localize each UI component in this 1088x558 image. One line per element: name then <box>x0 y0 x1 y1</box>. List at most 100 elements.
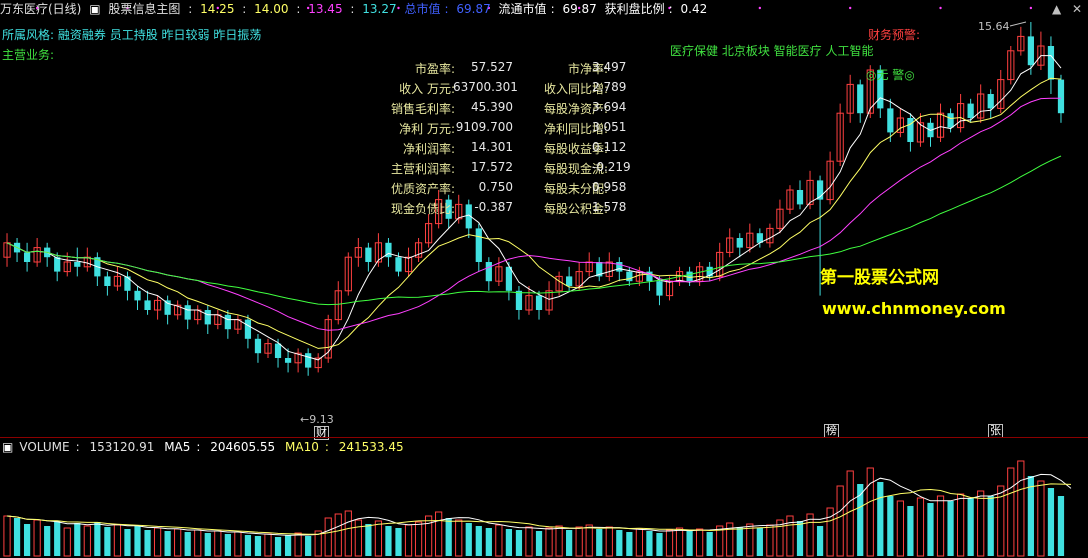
candle-body <box>365 247 372 262</box>
candle-body <box>686 271 693 282</box>
volume-bar <box>435 511 443 557</box>
volume-bar <box>284 535 292 556</box>
candle-body <box>887 108 894 133</box>
low-price-label: ←9.13 <box>300 413 334 426</box>
volume-bar <box>234 531 242 557</box>
candle-body <box>475 228 482 262</box>
volume-bar <box>164 531 171 556</box>
candle-body <box>1047 46 1055 80</box>
volume-bar <box>445 518 452 556</box>
volume-bar <box>626 532 633 556</box>
volume-bar <box>927 503 934 556</box>
volume-bar <box>174 528 182 557</box>
volume-bar <box>124 529 131 556</box>
volume-bar <box>74 523 81 556</box>
indicator-name[interactable]: 股票信息主图 <box>108 2 180 16</box>
volume-bar <box>896 500 904 557</box>
volume-bar <box>967 498 974 556</box>
volume-bar <box>83 525 91 557</box>
volume-bar <box>866 467 874 557</box>
volume-bar <box>816 526 824 556</box>
volume-bar <box>144 530 151 556</box>
close-icon[interactable]: ✕ <box>1072 2 1082 16</box>
financial-value: -0.387 <box>474 200 513 214</box>
limit-up-tag[interactable]: 张 <box>988 424 1003 438</box>
financial-value: 2.789 <box>592 80 627 94</box>
volume-bar <box>104 527 111 556</box>
business-label: 主营业务 <box>2 48 51 62</box>
volume-legend: ▣ VOLUME: 153120.91 MA5: 204605.55 MA10: … <box>2 440 404 454</box>
volume-bar <box>485 528 492 556</box>
volume-bar <box>505 529 513 556</box>
candle-body <box>284 358 292 363</box>
candle-body <box>104 276 111 286</box>
business-row: 主营业务: <box>2 48 55 62</box>
volume-bar <box>646 531 653 556</box>
title-bar: 万东医疗(日线) ▣ 股票信息主图 : 14.25 : 14.00 : 13.4… <box>0 2 708 16</box>
volume-bar <box>696 528 704 557</box>
volume-bar <box>535 531 543 556</box>
float-mv-value: 69.87 <box>562 2 597 16</box>
high-price-arrow <box>1009 21 1027 27</box>
volume-bar <box>1017 460 1025 557</box>
financial-label: 现金负债比: <box>390 202 455 216</box>
volume-bar <box>274 537 282 556</box>
financial-value: 0.112 <box>592 140 627 154</box>
volume-bar <box>475 526 482 556</box>
ma5-value: 204605.55 <box>210 440 276 454</box>
candle-body <box>244 319 252 339</box>
volume-bar <box>414 521 423 557</box>
high-price: 14.00 <box>254 2 289 16</box>
volume-bar <box>596 529 603 556</box>
candle-body <box>907 118 914 142</box>
volume-bar <box>575 526 583 557</box>
profit-ratio-value: 0.42 <box>680 2 708 16</box>
financial-value: 9109.700 <box>455 120 513 134</box>
menu-box-icon[interactable]: ▣ <box>89 2 100 16</box>
concept-tags: 医疗保健 北京板块 智能医疗 人工智能 <box>670 44 874 58</box>
volume-bar <box>465 523 472 556</box>
volume-bar <box>585 524 593 557</box>
style-value: 融资融券 员工持股 昨日较弱 昨日振荡 <box>57 28 262 42</box>
ma10-value: 241533.45 <box>338 440 404 454</box>
volume-bar <box>987 496 994 556</box>
financial-label: 优质资产率: <box>390 182 455 196</box>
volume-bar <box>665 529 674 557</box>
candle-body <box>184 305 191 320</box>
style-label: 所属风格 <box>2 28 51 42</box>
financial-label: 收入 万元: <box>399 82 455 96</box>
candle-body <box>947 113 954 128</box>
candle-body <box>254 338 262 354</box>
volume-bar <box>194 529 202 557</box>
volume-bar <box>374 520 383 557</box>
financial-label: 净利 万元: <box>399 122 455 136</box>
candle-body <box>656 281 663 296</box>
volume-bar <box>515 530 523 556</box>
volume-bar <box>254 536 262 556</box>
financial-value: 3.694 <box>592 100 627 114</box>
financial-value: 0.958 <box>592 180 627 194</box>
volume-bar <box>385 526 392 556</box>
volume-bar <box>365 524 372 556</box>
volume-bar <box>605 526 613 557</box>
volume-bar <box>1027 476 1034 556</box>
candle-body <box>74 262 81 267</box>
float-mv-label: 流通市值 <box>498 2 547 16</box>
volume-bar <box>947 501 954 556</box>
financial-label: 销售毛利率: <box>390 102 455 116</box>
watermark-url: www.chnmoney.com <box>822 299 1006 318</box>
volume-bar <box>555 525 563 557</box>
stock-title[interactable]: 万东医疗(日线) <box>0 2 81 16</box>
candle-body <box>857 84 864 114</box>
volume-bar <box>204 533 211 556</box>
candle-body <box>967 103 974 118</box>
financial-value: 17.572 <box>471 160 513 174</box>
collapse-icon[interactable]: ▲ <box>1052 2 1061 16</box>
ranking-tag[interactable]: 榜 <box>824 424 839 438</box>
volume-bar <box>675 527 684 557</box>
volume-bar <box>887 496 894 556</box>
menu-box-icon[interactable]: ▣ <box>2 440 13 454</box>
volume-bar <box>305 536 312 556</box>
ma5-label: MA5 <box>164 440 191 454</box>
volume-bar <box>977 490 985 557</box>
